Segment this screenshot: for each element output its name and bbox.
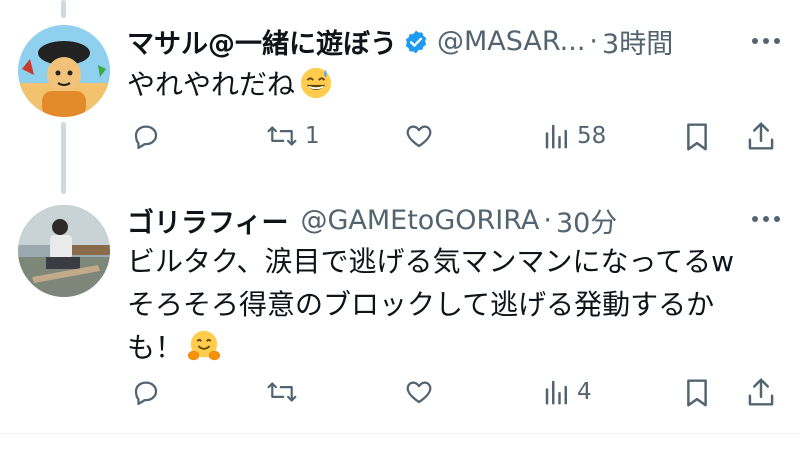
views-count: 58: [577, 123, 607, 149]
bookmark-icon: [687, 123, 707, 151]
tweet-header: ゴリラフィー @GAMEtoGORIRA · 30分: [127, 201, 617, 240]
separator-dot: ·: [543, 205, 552, 236]
heart-icon: [406, 125, 432, 148]
tweet-text-line: そろそろ得意のブロックして逃げる発動するか: [127, 288, 715, 321]
tweet-text-line: も！: [127, 331, 184, 364]
share-icon: [748, 122, 774, 150]
views-count: 4: [577, 379, 592, 405]
views-button[interactable]: 4: [543, 377, 592, 407]
avatar[interactable]: [18, 205, 110, 297]
more-options-icon[interactable]: [751, 214, 781, 224]
display-name[interactable]: ゴリラフィー: [127, 201, 288, 240]
more-options-icon[interactable]: [751, 36, 781, 46]
share-icon: [748, 378, 774, 406]
like-button[interactable]: [403, 377, 441, 407]
display-name[interactable]: マサル@一緒に遊ぼう: [127, 22, 397, 61]
bookmark-icon: [687, 379, 707, 407]
verified-badge-icon: [405, 30, 427, 53]
reply-button[interactable]: [131, 121, 167, 151]
bookmark-button[interactable]: [683, 121, 711, 153]
share-button[interactable]: [746, 376, 776, 408]
tweet-text: ビルタク、涙目で逃げる気マンマンになってるw そろそろ得意のブロックして逃げる発…: [127, 240, 734, 369]
tweet-text: やれやれだね: [127, 63, 333, 106]
views-button[interactable]: 58: [543, 121, 606, 151]
retweet-button[interactable]: 1: [265, 121, 320, 151]
hugging-face-emoji-icon: [187, 330, 221, 361]
like-button[interactable]: [403, 121, 441, 151]
views-bar-chart-icon: [545, 124, 567, 149]
reply-icon: [134, 381, 158, 405]
handle[interactable]: @MASAR...: [437, 26, 585, 57]
tweet-header: マサル@一緒に遊ぼう @MASAR... · 3時間: [127, 22, 673, 61]
views-bar-chart-icon: [545, 380, 567, 405]
heart-icon: [406, 381, 432, 404]
separator-dot: ·: [589, 26, 599, 57]
tweet-text-line: やれやれだね: [127, 68, 296, 101]
thread-line-between: [61, 122, 66, 194]
retweet-icon: [267, 126, 297, 146]
tweet-text-line: ビルタク、涙目で逃げる気マンマンになってるw: [127, 245, 734, 278]
retweet-count: 1: [305, 123, 320, 149]
thread-line-top: [61, 0, 66, 18]
reply-button[interactable]: [131, 377, 167, 407]
tweet-divider: [0, 433, 800, 434]
share-button[interactable]: [746, 120, 776, 152]
retweet-icon: [267, 382, 297, 402]
avatar[interactable]: [18, 25, 110, 117]
sweat-smile-emoji-icon: [300, 67, 332, 99]
retweet-button[interactable]: [265, 377, 305, 407]
handle[interactable]: @GAMEtoGORIRA: [300, 205, 539, 236]
timestamp[interactable]: 3時間: [602, 22, 673, 61]
timestamp[interactable]: 30分: [556, 201, 617, 240]
reply-icon: [134, 125, 158, 149]
bookmark-button[interactable]: [683, 377, 711, 409]
